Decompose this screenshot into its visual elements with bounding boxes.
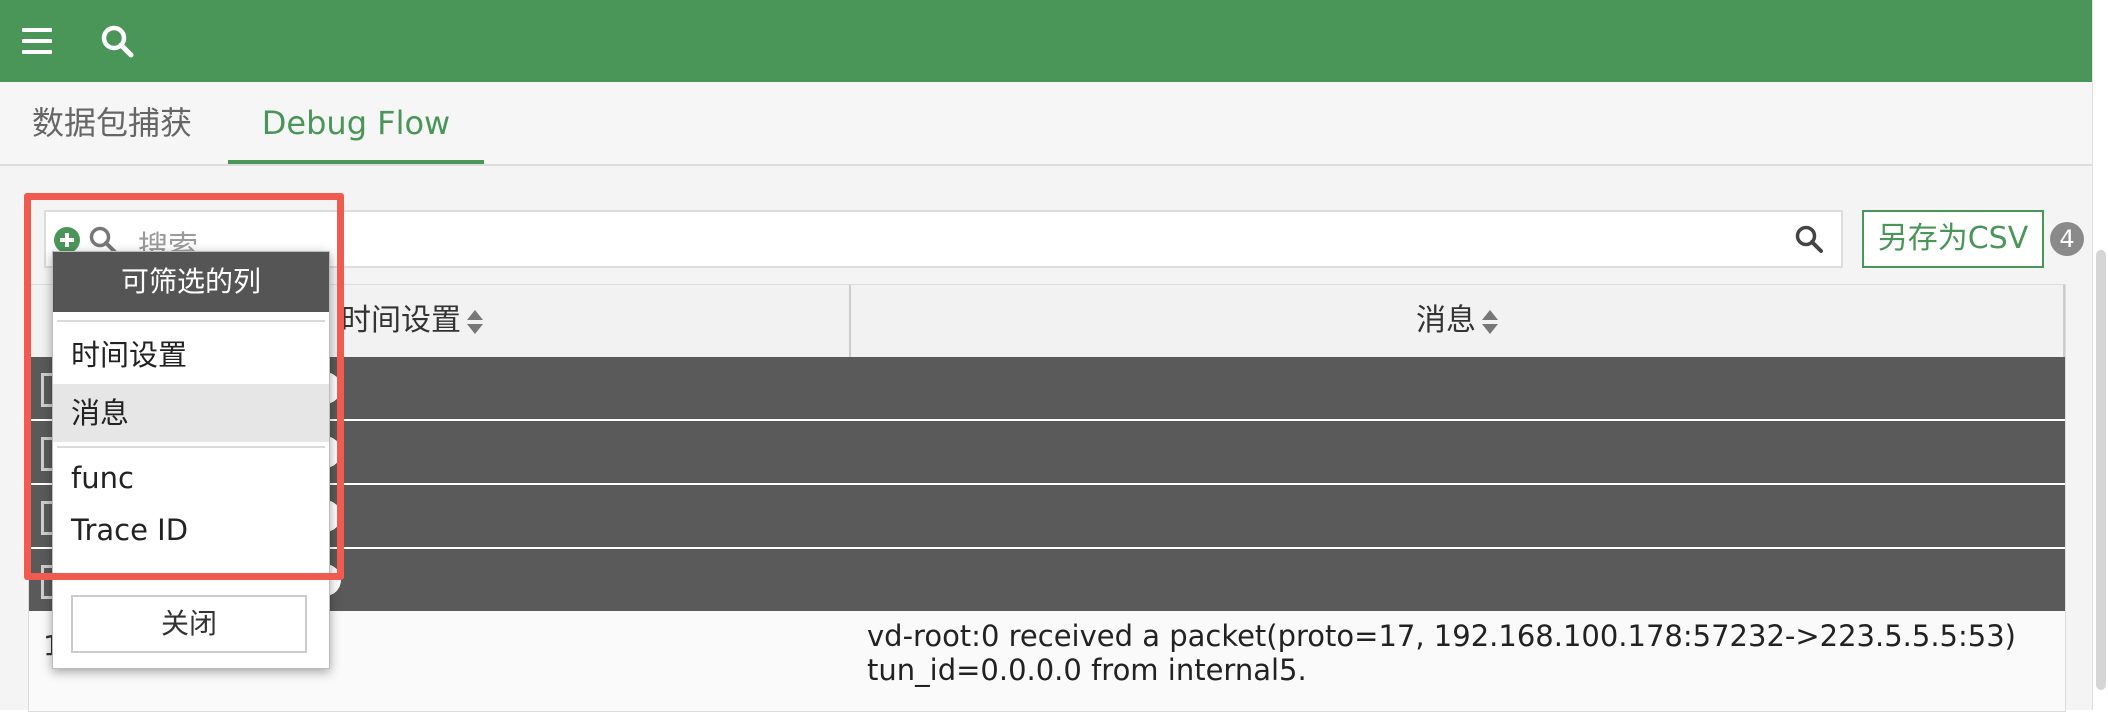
- filter-column-time[interactable]: 时间设置: [53, 326, 329, 384]
- sort-icon[interactable]: [467, 308, 483, 336]
- filter-column-func[interactable]: func: [53, 452, 329, 504]
- count-badge: 4: [2050, 222, 2084, 256]
- message-line: vd-root:0 received a packet(proto=17, 19…: [867, 619, 2016, 653]
- divider: [57, 446, 325, 448]
- column-header-label: 时间设置: [341, 303, 461, 338]
- column-header-label: 消息: [1416, 303, 1476, 338]
- group-row[interactable]: 20: [29, 421, 2065, 485]
- top-bar: [0, 0, 2092, 82]
- hamburger-menu-icon[interactable]: [22, 28, 52, 54]
- row-message: vd-root:0 received a packet(proto=17, 19…: [867, 619, 2057, 687]
- tab-packet-capture[interactable]: 数据包捕获: [24, 100, 200, 160]
- table-row[interactable]: 1 vd-root:0 received a packet(proto=17, …: [29, 611, 2065, 711]
- search-button[interactable]: [1779, 210, 1843, 268]
- table-header: 时间设置 消息: [29, 285, 2065, 359]
- search-icon: [1795, 225, 1823, 253]
- search-icon[interactable]: [100, 24, 134, 58]
- divider: [57, 320, 325, 322]
- scrollbar-thumb[interactable]: [2096, 250, 2106, 690]
- tab-bar: 数据包捕获 Debug Flow: [0, 82, 2092, 166]
- filter-column-message[interactable]: 消息: [53, 384, 329, 442]
- debug-flow-table: 时间设置 消息 20 20 20 20 1 vd-root:0 received…: [28, 284, 2066, 712]
- group-row[interactable]: 20: [29, 549, 2065, 613]
- sort-icon[interactable]: [1482, 308, 1498, 336]
- filterable-columns-popup: 可筛选的列 时间设置 消息 func Trace ID 关闭: [52, 251, 330, 669]
- popup-title: 可筛选的列: [53, 252, 329, 312]
- filter-column-trace-id[interactable]: Trace ID: [53, 504, 329, 556]
- group-row[interactable]: 20: [29, 357, 2065, 421]
- close-button[interactable]: 关闭: [71, 595, 307, 653]
- page-scrollbar[interactable]: [2092, 0, 2108, 710]
- message-line: tun_id=0.0.0.0 from internal5.: [867, 653, 1307, 687]
- column-header-message[interactable]: 消息: [851, 285, 2065, 357]
- save-as-csv-button[interactable]: 另存为CSV: [1862, 210, 2044, 268]
- add-filter-icon[interactable]: [54, 227, 80, 253]
- group-row[interactable]: 20: [29, 485, 2065, 549]
- tab-debug-flow[interactable]: Debug Flow: [228, 100, 484, 164]
